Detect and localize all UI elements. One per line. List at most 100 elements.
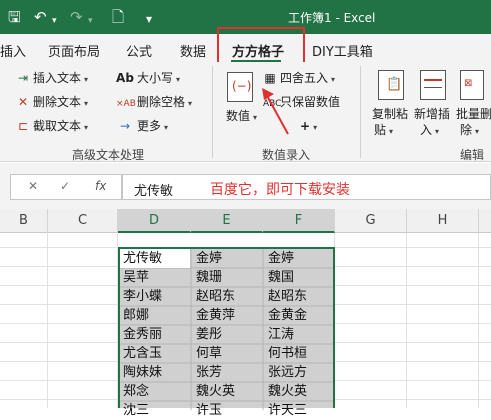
chevron-down-icon: ▾ [84, 123, 89, 132]
table-cell[interactable]: 魏火英 [265, 382, 335, 401]
chevron-down-icon: ▾ [313, 123, 318, 132]
table-cell[interactable]: 尤含玉 [120, 344, 190, 363]
confirm-icon[interactable]: ✓ [60, 179, 70, 193]
copy-paste-button[interactable]: 复制粘 [372, 106, 408, 122]
column-header-d[interactable]: D [118, 209, 191, 233]
table-cell[interactable]: 吴苹 [120, 268, 190, 287]
formula-value: 尤传敏 [134, 184, 174, 199]
new-insert-button-line2[interactable]: 入 ▾ [420, 122, 439, 140]
value-button[interactable]: 数值 ▾ [226, 108, 257, 126]
batch-delete-button[interactable]: 批量删 [456, 106, 491, 122]
table-cell[interactable]: 沈三 [120, 401, 190, 420]
tab-data[interactable]: 数据 [180, 41, 206, 60]
redo-icon: ↷ [70, 8, 83, 26]
delete-text-icon: ✕ [17, 95, 29, 109]
chevron-down-icon: ▾ [435, 127, 440, 136]
column-header-g[interactable]: G [335, 209, 407, 233]
delete-text-button[interactable]: ✕ 删除文本 ▾ [16, 94, 88, 112]
delete-space-button[interactable]: ×AB删除空格 ▾ [116, 94, 192, 112]
table-cell[interactable]: 姜彤 [193, 325, 263, 344]
table-cell[interactable]: 金秀丽 [120, 325, 190, 344]
insert-text-button[interactable]: ⇥ 插入文本 ▾ [16, 70, 88, 88]
table-cell[interactable]: 李小蝶 [120, 287, 190, 306]
table-cell[interactable]: 魏国 [265, 268, 335, 287]
table-cell[interactable]: 金黄金 [265, 306, 335, 325]
chevron-down-icon: ▾ [389, 127, 394, 136]
copy-paste-icon[interactable]: 📋 [378, 70, 404, 100]
undo-icon[interactable]: ↶ [34, 7, 47, 27]
case-button[interactable]: Ab 大小写 ▾ [116, 70, 180, 88]
grid-line [406, 233, 407, 408]
group-separator [212, 66, 213, 158]
table-cell[interactable]: 金婷 [265, 249, 335, 268]
column-headers: B C D E F G H [0, 209, 491, 233]
annotation-arrow-icon [262, 88, 289, 135]
group-label-numeric: 数值录入 [262, 148, 311, 162]
value-icon[interactable]: (−) [227, 72, 253, 102]
window-title: 工作簿1 - Excel [288, 11, 376, 25]
table-cell[interactable]: 郎娜 [120, 306, 190, 325]
table-cell[interactable]: 陶妹妹 [120, 363, 190, 382]
table-cell[interactable]: 金黄萍 [193, 306, 263, 325]
chevron-down-icon: ▾ [164, 123, 169, 132]
tab-page-layout[interactable]: 页面布局 [48, 41, 100, 60]
chevron-down-icon: ▾ [331, 75, 336, 84]
column-header-c[interactable]: C [48, 209, 118, 233]
redo-dropdown-icon: ▾ [88, 16, 93, 26]
chevron-down-icon: ▾ [188, 99, 193, 108]
chevron-down-icon: ▾ [84, 99, 89, 108]
more-button[interactable]: → 更多 ▾ [116, 118, 168, 136]
table-cell[interactable]: 魏珊 [193, 268, 263, 287]
column-header-h[interactable]: H [407, 209, 479, 233]
chevron-down-icon: ▾ [84, 75, 89, 84]
save-icon[interactable]: 🖫 [8, 7, 21, 27]
annotation-text: 百度它，即可下载安装 [210, 182, 350, 198]
new-insert-icon[interactable] [420, 70, 446, 100]
table-cell[interactable]: 赵昭东 [193, 287, 263, 306]
table-cell[interactable]: 许玉 [193, 401, 263, 420]
tab-diy-toolbox[interactable]: DIY工具箱 [312, 41, 373, 60]
tab-insert[interactable]: 插入 [0, 41, 26, 60]
chevron-down-icon: ▾ [176, 75, 181, 84]
table-cell[interactable]: 许天三 [265, 401, 335, 420]
file-icon[interactable]: 🗋 [112, 7, 124, 27]
table-cell[interactable]: 金婷 [193, 249, 263, 268]
cancel-icon[interactable]: ✕ [28, 179, 38, 193]
cut-text-icon: ⊏ [17, 119, 29, 133]
round-icon: ▦ [264, 71, 276, 85]
cut-text-button[interactable]: ⊏ 截取文本 ▾ [16, 118, 88, 136]
column-header-b[interactable]: B [0, 209, 48, 233]
insert-text-icon: ⇥ [17, 71, 29, 85]
table-cell[interactable]: 赵昭东 [265, 287, 335, 306]
new-insert-button[interactable]: 新增插 [414, 106, 450, 122]
copy-paste-button-line2[interactable]: 贴 ▾ [374, 122, 393, 140]
table-cell[interactable]: 江涛 [265, 325, 335, 344]
column-header-e[interactable]: E [191, 209, 263, 233]
chevron-down-icon: ▾ [253, 113, 258, 122]
table-cell[interactable]: 何草 [193, 344, 263, 363]
undo-dropdown-icon[interactable]: ▾ [52, 11, 57, 31]
table-cell[interactable]: 魏火英 [193, 382, 263, 401]
table-cell[interactable]: 张远方 [265, 363, 335, 382]
grid-line [47, 233, 48, 408]
tab-formulas[interactable]: 公式 [126, 41, 152, 60]
active-cell[interactable]: 尤传敏 [120, 249, 190, 268]
ribbon: ⇥ 插入文本 ▾ ✕ 删除文本 ▾ ⊏ 截取文本 ▾ Ab 大小写 ▾ ×AB删除空格 ▾ → 更多… [0, 62, 491, 162]
plus-button[interactable]: + ▾ [300, 118, 317, 136]
fx-icon[interactable]: fx [95, 179, 106, 193]
customize-quick-access-icon[interactable]: ▾ [146, 9, 152, 29]
group-label-text: 高级文本处理 [72, 148, 145, 162]
batch-delete-icon[interactable]: ⊠ [460, 70, 484, 100]
group-separator [360, 66, 361, 158]
chevron-down-icon: ▾ [475, 127, 480, 136]
group-label-edit: 编辑 [460, 148, 485, 162]
arrow-right-icon: → [119, 119, 131, 133]
grid-line [478, 233, 479, 408]
column-header-f[interactable]: F [263, 209, 335, 233]
batch-delete-button-line2[interactable]: 除 ▾ [460, 122, 479, 140]
table-cell[interactable]: 张芳 [193, 363, 263, 382]
delete-space-icon: ×AB [116, 99, 136, 109]
table-cell[interactable]: 郑念 [120, 382, 190, 401]
table-cell[interactable]: 何书桓 [265, 344, 335, 363]
case-icon: Ab [116, 71, 134, 85]
